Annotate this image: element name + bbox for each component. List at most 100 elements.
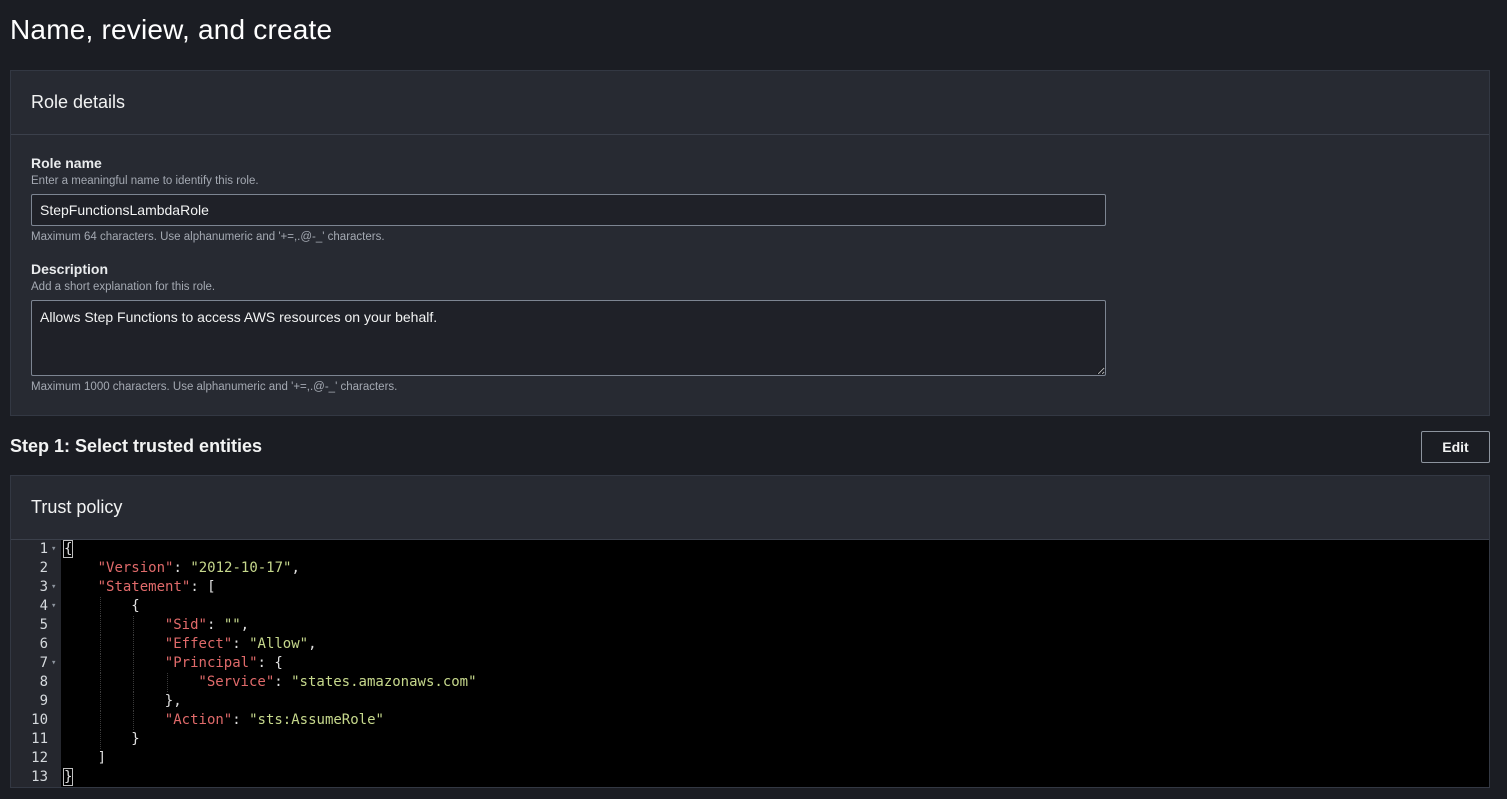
code-line: 10 "Action": "sts:AssumeRole" [11,711,1489,730]
fold-toggle-icon[interactable]: ▾ [51,578,59,597]
json-punctuation: : [274,674,292,690]
description-constraint: Maximum 1000 characters. Use alphanumeri… [31,381,398,393]
line-number: 8 [39,674,48,690]
indent-guide [99,711,101,730]
json-punctuation: : [173,560,191,576]
line-number: 9 [39,693,48,709]
json-key: "Effect" [164,636,233,652]
role-name-constraint: Maximum 64 characters. Use alphanumeric … [31,231,385,243]
indent-guide [99,730,101,749]
line-number: 5 [39,617,48,633]
json-punctuation: : { [257,655,283,671]
line-number: 3 [39,579,48,595]
code-line: 11} [11,730,1489,749]
page-title: Name, review, and create [10,14,333,45]
json-punctuation: , [240,617,250,633]
indent-guide [133,654,135,673]
indent-guide [99,654,101,673]
json-punctuation: : [232,636,250,652]
code-text: ] [98,749,106,768]
code-line: 12] [11,749,1489,768]
trust-policy-code-editor[interactable]: 1 ▾{2 "Version": "2012-10-17", 3 ▾ "Statement… [11,540,1489,787]
code-text: }, [165,692,182,711]
role-name-help: Enter a meaningful name to identify this… [31,175,259,187]
json-key: "Statement" [97,579,191,595]
indent-guide [99,673,101,692]
trust-policy-panel: Trust policy 1 ▾{2 "Version": "2012-10-17"… [10,475,1490,788]
json-string: "" [223,617,241,633]
json-punctuation: : [206,617,224,633]
indent-guide [133,673,135,692]
code-text: "Effect": "Allow", [165,635,317,654]
line-number: 6 [39,636,48,652]
json-punctuation: } [131,731,140,747]
code-text: "Sid": "", [165,616,249,635]
json-punctuation: { [62,540,74,558]
line-number: 4 [39,598,48,614]
role-details-panel: Role details Role name Enter a meaningfu… [10,70,1490,416]
json-string: "states.amazonaws.com" [291,674,477,690]
code-text: { [131,597,139,616]
indent-guide [99,692,101,711]
json-punctuation: ] [97,750,107,766]
json-punctuation: , [308,636,317,652]
json-key: "Principal" [164,655,258,671]
json-punctuation: { [131,598,140,614]
code-text: { [62,540,74,559]
code-line: 9}, [11,692,1489,711]
line-number: 7 [39,655,48,671]
code-text: "Principal": { [165,654,283,673]
code-text: "Version": "2012-10-17", [98,559,300,578]
description-textarea[interactable] [31,300,1106,376]
trust-policy-header: Trust policy [11,476,1489,540]
step1-title: Step 1: Select trusted entities [10,436,263,456]
json-punctuation: } [62,768,74,786]
role-details-header: Role details [11,71,1489,135]
indent-guide [133,635,135,654]
json-punctuation: }, [164,693,182,709]
json-key: "Sid" [164,617,207,633]
indent-guide [133,692,135,711]
json-key: "Service" [198,674,275,690]
fold-toggle-icon[interactable]: ▾ [51,540,59,559]
role-name-input[interactable] [31,194,1106,226]
line-number: 2 [39,560,48,576]
code-text: "Service": "states.amazonaws.com" [198,673,476,692]
role-name-label: Role name [31,155,102,171]
line-number: 12 [31,750,48,766]
indent-guide [99,635,101,654]
description-help: Add a short explanation for this role. [31,281,216,293]
json-string: "Allow" [249,636,309,652]
code-line: 6 "Effect": "Allow", [11,635,1489,654]
line-number: 13 [31,769,48,785]
json-punctuation: : [ [190,579,216,595]
fold-toggle-icon[interactable]: ▾ [51,597,59,616]
json-punctuation: , [291,560,300,576]
json-key: "Version" [97,560,174,576]
json-string: "2012-10-17" [190,560,292,576]
line-number: 1 [39,541,48,557]
code-line: 5 "Sid": "", [11,616,1489,635]
code-line: 3 ▾ "Statement": [ [11,578,1489,597]
description-label: Description [31,261,109,277]
json-key: "Action" [164,712,233,728]
code-line: 7 ▾ "Principal": { [11,654,1489,673]
line-number: 10 [31,712,48,728]
indent-guide [99,597,101,616]
code-text: "Action": "sts:AssumeRole" [165,711,384,730]
indent-guide [99,616,101,635]
edit-button[interactable]: Edit [1421,431,1490,463]
code-line: 13} [11,768,1489,787]
json-string: "sts:AssumeRole" [249,712,384,728]
line-number: 11 [31,731,48,747]
code-line: 2 "Version": "2012-10-17", [11,559,1489,578]
code-line: 4 ▾ { [11,597,1489,616]
indent-guide [133,711,135,730]
code-line: 8 "Service": "states.amazonaws.com" [11,673,1489,692]
code-text: } [131,730,139,749]
indent-guide [166,673,168,692]
fold-toggle-icon[interactable]: ▾ [51,654,59,673]
code-line: 1 ▾{ [11,540,1489,559]
json-punctuation: : [232,712,250,728]
code-text: } [62,768,74,787]
